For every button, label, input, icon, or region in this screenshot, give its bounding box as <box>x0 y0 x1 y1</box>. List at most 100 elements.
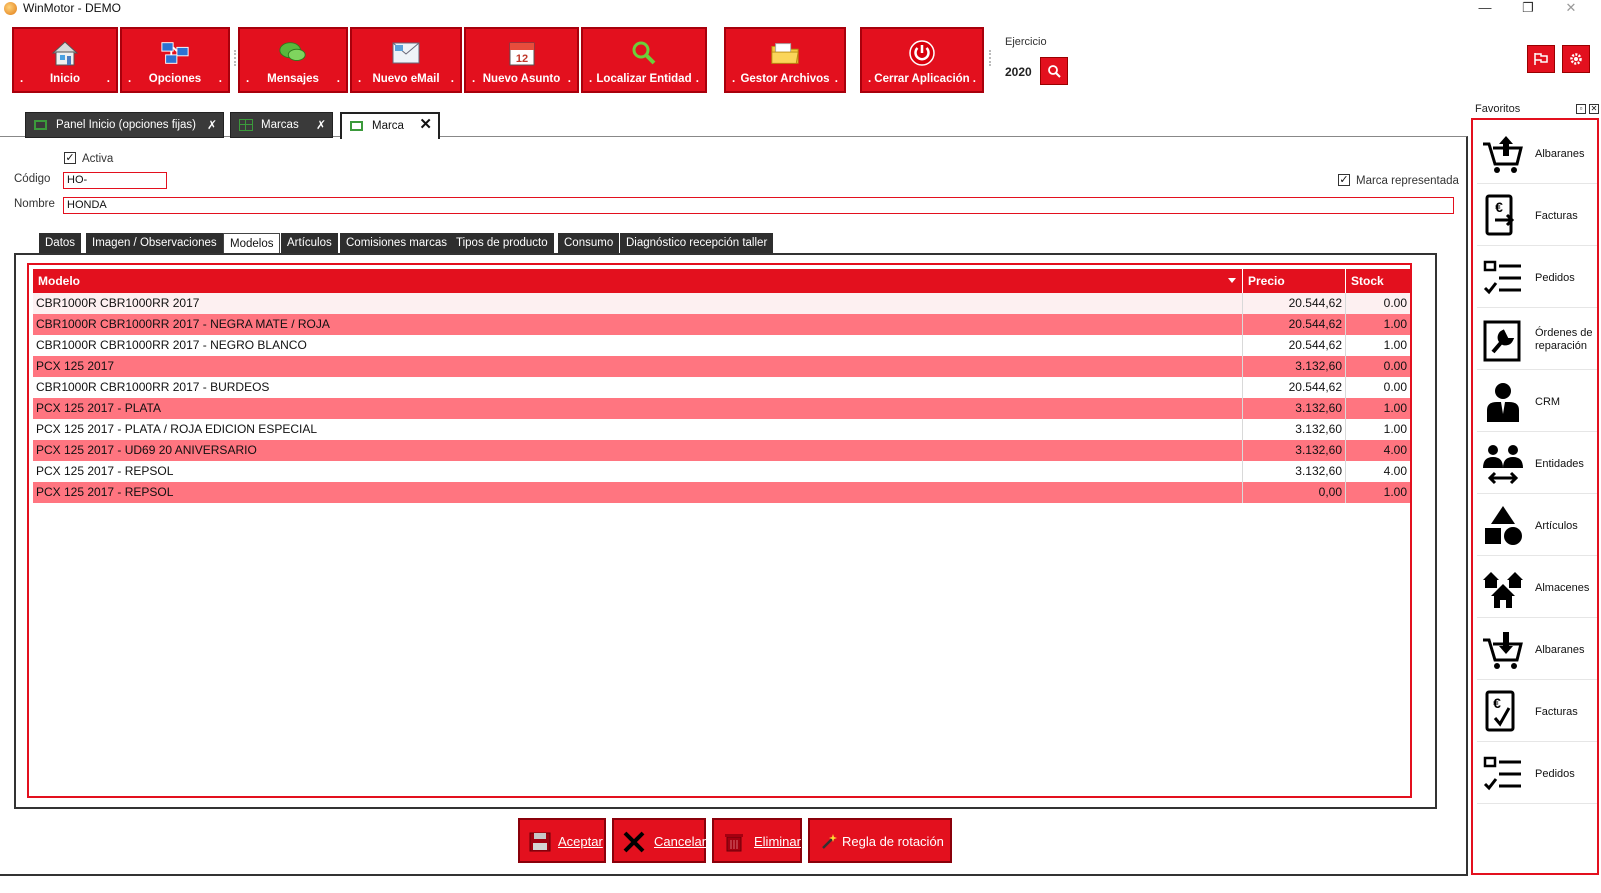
cell-stock: 1.00 <box>1383 485 1407 499</box>
cell-modelo: PCX 125 2017 <box>33 356 1243 377</box>
doc-tab-panel-inicio[interactable]: Panel Inicio (opciones fijas) ✗ <box>25 112 224 138</box>
tab-modelos[interactable]: Modelos <box>223 233 281 254</box>
flag-button[interactable] <box>1527 45 1555 73</box>
doc-tab-label: Marca <box>372 120 404 132</box>
toolbar-gestor-archivos-button[interactable]: . Gestor Archivos . <box>724 27 846 93</box>
cell-stock: 0.00 <box>1383 380 1407 394</box>
toolbar-inicio-button[interactable]: . Inicio . <box>12 27 118 93</box>
cell-modelo: CBR1000R CBR1000RR 2017 <box>33 293 1243 314</box>
table-row[interactable]: PCX 125 2017 - REPSOL 3.132,60 4.00 <box>33 461 1410 482</box>
fav-pedidos[interactable]: Pedidos <box>1477 248 1597 308</box>
checklist-icon <box>1483 260 1521 295</box>
table-row[interactable]: CBR1000R CBR1000RR 2017 - BURDEOS 20.544… <box>33 377 1410 398</box>
search-icon <box>1048 65 1061 78</box>
toolbar-localizar-entidad-button[interactable]: . Localizar Entidad . <box>581 27 707 93</box>
table-row[interactable]: PCX 125 2017 - PLATA / ROJA EDICION ESPE… <box>33 419 1410 440</box>
fav-crm[interactable]: CRM <box>1477 372 1597 432</box>
ejercicio-search-button[interactable] <box>1040 57 1068 85</box>
tab-imagen-observaciones[interactable]: Imagen / Observaciones <box>86 233 223 253</box>
pin-icon[interactable]: ✗ <box>316 113 326 137</box>
wrench-document-icon <box>1483 320 1521 362</box>
column-header-modelo[interactable]: Modelo <box>33 269 1243 293</box>
home-icon <box>50 38 80 68</box>
close-icon[interactable]: ✕ <box>419 113 432 137</box>
cell-modelo: CBR1000R CBR1000RR 2017 - NEGRO BLANCO <box>33 335 1243 356</box>
toolbar-nuevo-asunto-button[interactable]: 12 . Nuevo Asunto . <box>464 27 579 93</box>
tab-tipos-de-producto[interactable]: Tipos de producto <box>450 233 554 253</box>
regla-rotacion-button[interactable]: Regla de rotación <box>808 818 952 863</box>
fav-pedidos-2[interactable]: Pedidos <box>1477 744 1597 804</box>
toolbar-nuevo-email-button[interactable]: . Nuevo eMail . <box>350 27 462 93</box>
close-panel-icon[interactable]: ✕ <box>1589 104 1599 114</box>
minimize-button[interactable]: — <box>1465 0 1505 18</box>
doc-tab-label: Marcas <box>261 119 299 131</box>
cell-precio: 0,00 <box>1243 482 1346 503</box>
activa-checkbox[interactable]: ✓ <box>64 152 76 164</box>
table-row[interactable]: CBR1000R CBR1000RR 2017 20.544,62 0.00 <box>33 293 1410 314</box>
tab-articulos[interactable]: Artículos <box>281 233 338 253</box>
toolbar-opciones-button[interactable]: . Opciones . <box>120 27 230 93</box>
dot: . <box>972 73 976 85</box>
dot: . <box>834 73 838 85</box>
pin-panel-icon[interactable]: ▫ <box>1576 104 1586 114</box>
sort-down-icon[interactable] <box>1228 278 1236 283</box>
doc-tab-marcas[interactable]: Marcas ✗ <box>230 112 333 138</box>
cancelar-label: Cancelar <box>654 834 707 849</box>
ejercicio-value: 2020 <box>1005 65 1032 79</box>
toolbar-gestor-archivos-label: Gestor Archivos <box>740 73 830 85</box>
toolbar-mensajes-button[interactable]: . Mensajes . <box>238 27 348 93</box>
nombre-field[interactable]: HONDA <box>63 197 1454 214</box>
fav-label: Pedidos <box>1535 767 1575 780</box>
trash-icon <box>721 830 747 854</box>
fav-label: CRM <box>1535 395 1561 408</box>
options-icon <box>160 38 190 68</box>
settings-button[interactable] <box>1562 45 1590 73</box>
table-row[interactable]: CBR1000R CBR1000RR 2017 - NEGRA MATE / R… <box>33 314 1410 335</box>
cell-precio: 3.132,60 <box>1243 356 1346 377</box>
cancelar-button[interactable]: Cancelar <box>612 818 706 863</box>
close-window-button[interactable]: ✕ <box>1551 0 1591 18</box>
modelos-grid[interactable]: Modelo Precio Stock CBR1000R CBR1000RR 2… <box>27 263 1412 798</box>
doc-tab-label: Panel Inicio (opciones fijas) <box>56 119 196 131</box>
app-logo-icon <box>4 2 17 15</box>
codigo-field[interactable]: HO- <box>63 172 167 189</box>
fav-albaranes-2[interactable]: Albaranes <box>1477 620 1597 680</box>
aceptar-label: Aceptar <box>558 834 603 849</box>
tab-consumo[interactable]: Consumo <box>558 233 620 253</box>
table-row[interactable]: PCX 125 2017 - UD69 20 ANIVERSARIO 3.132… <box>33 440 1410 461</box>
cell-modelo: CBR1000R CBR1000RR 2017 - NEGRA MATE / R… <box>33 314 1243 335</box>
table-row[interactable]: PCX 125 2017 - PLATA 3.132,60 1.00 <box>33 398 1410 419</box>
table-row[interactable]: PCX 125 2017 - REPSOL 0,00 1.00 <box>33 482 1410 503</box>
tab-diagnostico-recepcion-taller[interactable]: Diagnóstico recepción taller <box>620 233 774 253</box>
fav-almacenes[interactable]: Almacenes <box>1477 558 1597 618</box>
fav-ordenes-reparacion[interactable]: Órdenes de reparación <box>1477 310 1597 370</box>
marca-representada-checkbox[interactable]: ✓ <box>1338 174 1350 186</box>
cell-precio: 3.132,60 <box>1243 398 1346 419</box>
tab-comisiones-marcas[interactable]: Comisiones marcas <box>340 233 453 253</box>
fav-facturas[interactable]: € Facturas <box>1477 186 1597 246</box>
table-row[interactable]: PCX 125 2017 3.132,60 0.00 <box>33 356 1410 377</box>
fav-articulos[interactable]: Artículos <box>1477 496 1597 556</box>
column-header-stock[interactable]: Stock <box>1346 269 1410 293</box>
table-row[interactable]: CBR1000R CBR1000RR 2017 - NEGRO BLANCO 2… <box>33 335 1410 356</box>
restore-button[interactable]: ❐ <box>1508 0 1548 18</box>
gear-icon <box>1570 53 1582 65</box>
cell-precio: 20.544,62 <box>1243 377 1346 398</box>
fav-facturas-2[interactable]: € Facturas <box>1477 682 1597 742</box>
pin-icon[interactable]: ✗ <box>207 113 217 137</box>
aceptar-button[interactable]: Aceptar <box>518 818 606 863</box>
toolbar-cerrar-aplicacion-button[interactable]: . Cerrar Aplicación . <box>860 27 984 93</box>
favoritos-title: Favoritos <box>1475 103 1521 115</box>
cell-stock: 0.00 <box>1383 296 1407 310</box>
cell-stock: 4.00 <box>1383 443 1407 457</box>
person-suit-icon <box>1487 383 1519 422</box>
dot: . <box>106 73 110 85</box>
fav-entidades[interactable]: Entidades <box>1477 434 1597 494</box>
doc-tab-marca[interactable]: Marca ✕ <box>340 112 440 139</box>
fav-albaranes[interactable]: Albaranes <box>1477 124 1597 184</box>
column-header-precio[interactable]: Precio <box>1243 269 1346 293</box>
invoice-out-icon: € <box>1485 194 1515 236</box>
eliminar-button[interactable]: Eliminar <box>712 818 802 863</box>
fav-label: Entidades <box>1535 457 1584 470</box>
tab-datos[interactable]: Datos <box>39 233 82 253</box>
